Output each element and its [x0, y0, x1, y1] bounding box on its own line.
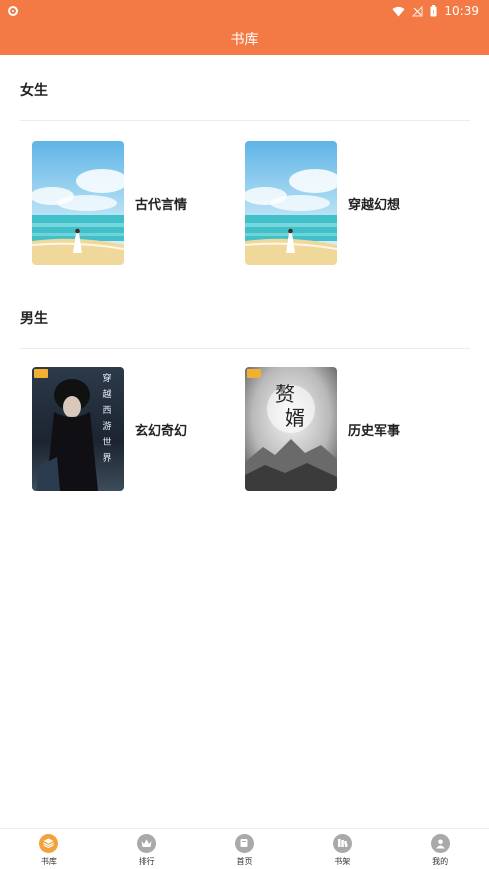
- tab-profile[interactable]: 我的: [391, 829, 489, 869]
- book-title[interactable]: 玄幻奇幻: [135, 420, 187, 439]
- battery-icon: !: [430, 5, 437, 17]
- book-title[interactable]: 历史军事: [348, 420, 400, 439]
- tab-bookshelf[interactable]: 书架: [293, 829, 391, 869]
- cover-title-char: 西: [102, 405, 111, 416]
- tab-library[interactable]: 书库: [0, 829, 98, 869]
- cover-title-char: 穿: [102, 372, 111, 384]
- cover-title-char: 世: [102, 436, 111, 448]
- cover-title-char: 越: [102, 388, 111, 400]
- page-title: 书库: [230, 31, 259, 48]
- book-card-lishi-junshi[interactable]: 赘 婿 历史军事: [245, 367, 400, 491]
- layers-icon: [39, 833, 59, 853]
- section-title-female: 女生: [20, 83, 48, 99]
- book-cover[interactable]: [245, 141, 337, 265]
- tab-label: 首页: [236, 856, 253, 866]
- user-icon: [430, 833, 450, 853]
- status-time: 10:39: [444, 4, 479, 18]
- cover-title-char: 赘: [275, 382, 295, 406]
- crown-icon: [137, 833, 157, 853]
- book-title[interactable]: 古代言情: [135, 194, 187, 213]
- cover-title-char: 游: [102, 420, 111, 432]
- wifi-icon: [392, 6, 405, 17]
- no-signal-icon: [412, 5, 424, 17]
- notification-icon: [8, 6, 18, 16]
- book-cover[interactable]: [32, 141, 124, 265]
- app-bar: 书库: [0, 22, 489, 55]
- tab-label: 书架: [334, 856, 351, 866]
- book-card-xuanhuan-qihuan[interactable]: 穿 越 西 游 世 界 玄幻奇幻: [32, 367, 187, 491]
- svg-text:!: !: [433, 10, 435, 17]
- book-card-gudai-yanqing[interactable]: 古代言情: [32, 141, 187, 265]
- home-book-icon: [234, 833, 254, 853]
- cover-title-char: 婿: [285, 406, 305, 430]
- section-title-male: 男生: [20, 311, 48, 327]
- book-title[interactable]: 穿越幻想: [348, 194, 400, 213]
- status-bar: ! 10:39: [0, 0, 489, 22]
- book-card-chuanyue-huanxiang[interactable]: 穿越幻想: [245, 141, 400, 265]
- tab-home[interactable]: 首页: [196, 829, 294, 869]
- tab-label: 排行: [138, 856, 155, 866]
- cover-title-char: 界: [102, 453, 111, 464]
- bookshelf-icon: [332, 833, 352, 853]
- tab-ranking[interactable]: 排行: [98, 829, 196, 869]
- book-cover[interactable]: 赘 婿: [245, 367, 337, 491]
- tab-label: 书库: [40, 856, 57, 866]
- bottom-tab-bar: 书库 排行 首页 书架 我的: [0, 828, 489, 869]
- section-divider: [20, 348, 470, 349]
- tab-label: 我的: [432, 856, 449, 866]
- section-divider: [20, 120, 470, 121]
- book-cover[interactable]: 穿 越 西 游 世 界: [32, 367, 124, 491]
